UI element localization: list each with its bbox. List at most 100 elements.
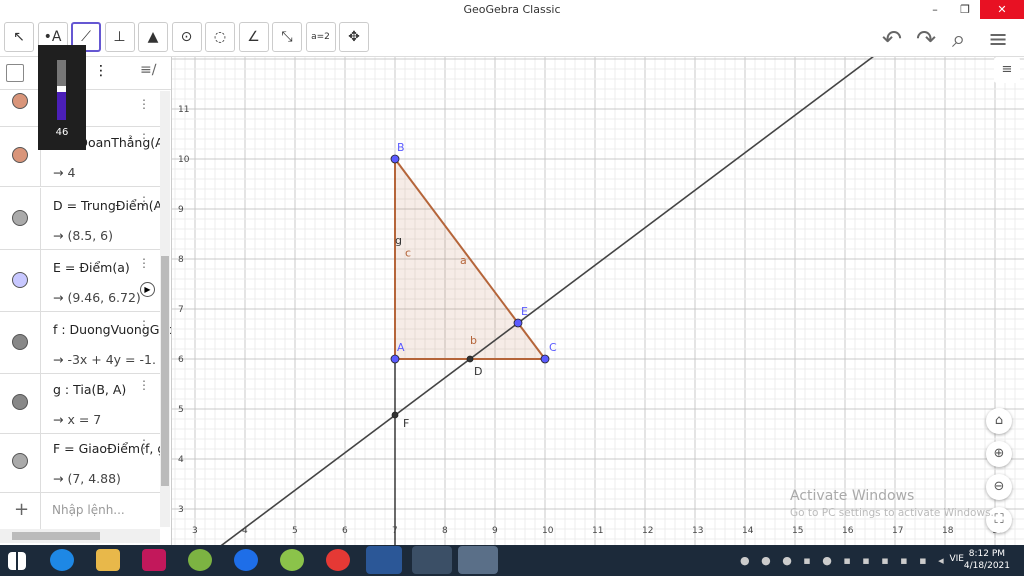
y-tick-label: 11 <box>178 105 189 115</box>
divider <box>40 493 41 529</box>
algebra-definition[interactable]: g : Tia(B, A) <box>53 382 126 397</box>
point-B[interactable] <box>390 154 400 164</box>
x-tick-label: 13 <box>692 526 703 536</box>
tool-angle[interactable]: ∠ <box>238 22 269 52</box>
y-tick-label: 3 <box>178 505 184 515</box>
algebra-item[interactable]: E = Điểm(a) → (9.46, 6.72) ⋮ ▶ <box>0 250 160 312</box>
algebra-value: → (8.5, 6) <box>53 228 113 243</box>
point-D[interactable] <box>466 355 474 363</box>
title-bar: GeoGebra Classic – ❐ ✕ <box>0 0 1024 19</box>
clock[interactable]: 8:12 PM 4/18/2021 <box>964 548 1010 572</box>
item-menu-icon[interactable]: ⋮ <box>138 131 150 145</box>
zalo-icon[interactable] <box>234 549 258 571</box>
x-tick-label: 10 <box>542 526 554 536</box>
y-tick-label: 6 <box>178 355 184 365</box>
slider-popup[interactable]: 46 <box>38 45 86 150</box>
tool-reflect[interactable]: ⤡ <box>272 22 302 52</box>
algebra-value: → 4 <box>53 165 76 180</box>
item-menu-icon[interactable]: ⋮ <box>138 318 150 332</box>
item-menu-icon[interactable]: ⋮ <box>138 437 150 451</box>
time: 8:12 PM <box>968 549 1006 559</box>
app-icon[interactable] <box>188 549 212 571</box>
style-bar-toggle-icon[interactable]: ≡∕ <box>140 62 156 78</box>
tool-move[interactable]: ↖ <box>4 22 34 52</box>
tool-perpendicular-line[interactable]: ⊥ <box>104 22 135 52</box>
algebra-item[interactable]: f : DuongVuongGoc → -3x + 4y = -1. ⋮ <box>0 312 171 374</box>
zoom-out-button[interactable]: ⊖ <box>986 474 1012 500</box>
x-tick-label: 11 <box>592 526 603 536</box>
y-tick-label: 9 <box>178 205 184 215</box>
visibility-toggle[interactable] <box>12 210 28 226</box>
algebra-value: → x = 7 <box>53 412 102 427</box>
algebra-definition[interactable]: f : DuongVuongGoc <box>53 322 171 337</box>
item-menu-icon[interactable]: ⋮ <box>138 256 150 270</box>
vertical-scrollbar[interactable] <box>160 91 170 527</box>
main-menu-button[interactable]: ≡ <box>988 25 1008 53</box>
slider-track[interactable] <box>57 60 66 120</box>
redo-button[interactable]: ↷ <box>916 25 936 53</box>
scroll-thumb[interactable] <box>12 532 100 540</box>
home-button[interactable]: ⌂ <box>986 408 1012 434</box>
start-button[interactable] <box>8 552 26 570</box>
tool-move-graphics[interactable]: ✥ <box>339 22 369 52</box>
word-icon[interactable] <box>366 546 402 574</box>
visibility-toggle[interactable] <box>12 334 28 350</box>
x-tick-label: 16 <box>842 526 854 536</box>
algebra-definition[interactable]: E = Điểm(a) <box>53 260 130 275</box>
item-menu-icon[interactable]: ⋮ <box>138 194 150 208</box>
app-icon[interactable] <box>280 549 304 571</box>
tool-circle-three-points[interactable]: ◌ <box>205 22 235 52</box>
edge-icon[interactable] <box>50 549 74 571</box>
segment-label: c <box>405 247 411 260</box>
add-icon[interactable]: + <box>14 499 29 520</box>
point-label: C <box>549 341 557 354</box>
line-f[interactable] <box>172 57 1024 545</box>
algebra-item[interactable]: D = TrungĐiểm(A → (8.5, 6) ⋮ <box>0 188 162 250</box>
visibility-toggle[interactable] <box>12 272 28 288</box>
horizontal-scrollbar[interactable] <box>0 529 160 543</box>
visibility-toggle[interactable] <box>12 453 28 469</box>
file-explorer-icon[interactable] <box>96 549 120 571</box>
tool-slider[interactable]: a=2 <box>305 22 336 52</box>
language-indicator[interactable]: VIE <box>950 554 965 564</box>
divider <box>40 431 41 492</box>
graphics-view[interactable]: 34567891011121314151617181934567891011ab… <box>172 57 1024 545</box>
more-options-icon[interactable]: ⋮ <box>94 63 108 79</box>
zoom-in-button[interactable]: ⊕ <box>986 441 1012 467</box>
point-label: B <box>397 141 405 154</box>
minimize-button[interactable]: – <box>920 0 950 19</box>
item-menu-icon[interactable]: ⋮ <box>138 97 150 111</box>
scroll-thumb[interactable] <box>161 256 169 486</box>
x-tick-label: 15 <box>792 526 803 536</box>
input-bar[interactable]: + Nhập lệnh... <box>0 493 160 529</box>
geogebra-icon[interactable] <box>458 546 498 574</box>
point-C[interactable] <box>540 354 550 364</box>
y-tick-label: 7 <box>178 305 184 315</box>
camera-app-icon[interactable] <box>142 549 166 571</box>
visibility-toggle[interactable] <box>12 147 28 163</box>
visibility-toggle[interactable] <box>12 394 28 410</box>
slider-thumb[interactable] <box>57 86 66 92</box>
point-F[interactable] <box>391 411 399 419</box>
system-tray-icons[interactable]: ● ● ● ▪ ● ▪ ▪ ▪ ▪ ▪ ◂ <box>740 554 948 567</box>
visibility-toggle[interactable] <box>12 93 28 109</box>
restore-button[interactable]: ❐ <box>950 0 980 19</box>
point-E[interactable] <box>513 318 523 328</box>
y-tick-label: 5 <box>178 405 184 415</box>
command-input[interactable]: Nhập lệnh... <box>52 503 125 517</box>
close-button[interactable]: ✕ <box>980 0 1024 19</box>
tool-polygon[interactable]: ▲ <box>138 22 168 52</box>
point-A[interactable] <box>390 354 400 364</box>
chrome-icon[interactable] <box>326 549 350 571</box>
algebra-item[interactable]: g : Tia(B, A) → x = 7 ⋮ <box>0 372 160 434</box>
play-animation-icon[interactable]: ▶ <box>140 282 155 297</box>
algebra-item[interactable]: F = GiaoĐiểm(f, g → (7, 4.88) ⋮ <box>0 431 165 493</box>
chrome-icon[interactable] <box>412 546 452 574</box>
algebra-view-toggle-icon[interactable] <box>6 64 24 82</box>
graphics-style-bar-icon[interactable]: ≡ <box>994 57 1020 83</box>
undo-button[interactable]: ↶ <box>882 25 902 53</box>
item-menu-icon[interactable]: ⋮ <box>138 378 150 392</box>
tool-circle[interactable]: ⊙ <box>171 22 202 52</box>
search-button[interactable]: ⌕ <box>952 25 965 53</box>
x-tick-label: 9 <box>492 526 498 536</box>
